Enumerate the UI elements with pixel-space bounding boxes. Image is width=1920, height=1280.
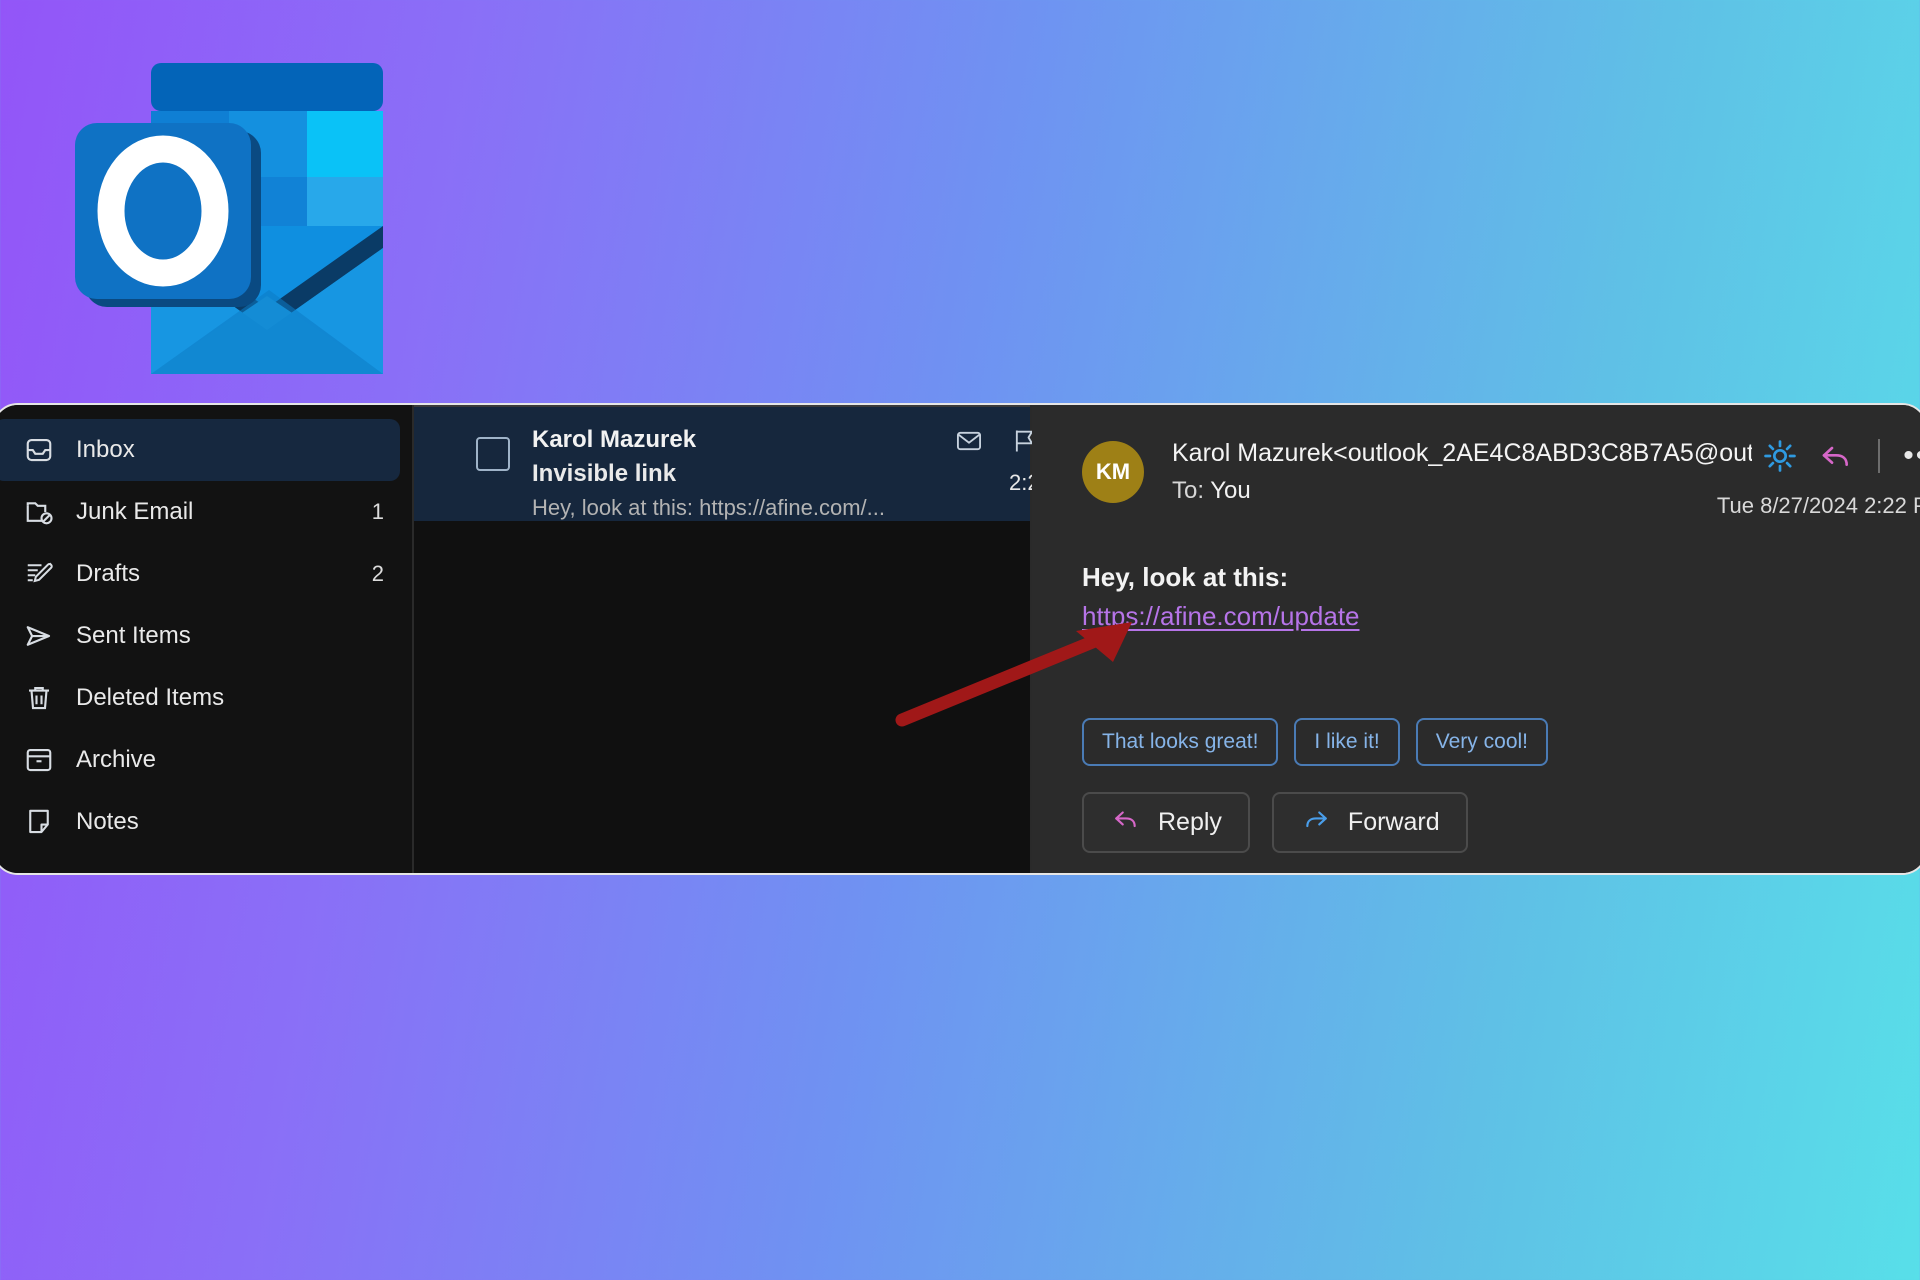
message-sender: Karol Mazurek: [532, 426, 697, 453]
sidebar-item-drafts[interactable]: Drafts 2: [0, 543, 412, 605]
reply-arrow-icon: [1110, 806, 1142, 839]
trash-icon: [24, 683, 54, 713]
message-timestamp: Tue 8/27/2024 2:22 PM: [1716, 493, 1920, 518]
suggested-reply-chip[interactable]: That looks great!: [1082, 718, 1279, 766]
inbox-icon: [24, 435, 54, 465]
avatar: KM: [1082, 441, 1144, 503]
forward-button[interactable]: Forward: [1271, 792, 1468, 853]
divider: [1878, 439, 1880, 473]
sidebar-item-deleted-items[interactable]: Deleted Items: [0, 667, 412, 729]
sidebar-item-label: Drafts: [76, 560, 141, 587]
suggested-replies: That looks great! I like it! Very cool!: [1082, 718, 1920, 766]
message-body-text: Hey, look at this:: [1082, 562, 1289, 592]
header-actions: •••: [1752, 435, 1920, 473]
sidebar-item-count: 1: [371, 499, 384, 524]
message-checkbox[interactable]: [476, 437, 510, 471]
sidebar-item-archive[interactable]: Archive: [0, 729, 412, 791]
sender-address: Karol Mazurek<outlook_2AE4C8ABD3C8B7A5@o…: [1172, 439, 1752, 467]
sidebar-item-inbox[interactable]: Inbox: [0, 419, 400, 481]
brightness-icon[interactable]: [1752, 439, 1808, 473]
outlook-window: Inbox Junk Email 1 Drafts 2 Sent Items D…: [0, 403, 1920, 875]
outlook-logo: [73, 58, 383, 378]
sidebar-item-junk-email[interactable]: Junk Email 1: [0, 481, 412, 543]
sidebar-item-count: 2: [371, 561, 384, 586]
sidebar-item-sent-items[interactable]: Sent Items: [0, 605, 412, 667]
send-paper-plane-icon: [24, 621, 54, 651]
more-options-icon[interactable]: •••: [1894, 441, 1920, 471]
message-subject: Invisible link: [532, 460, 677, 487]
message-summary: Karol Mazurek Invisible link Hey, look a…: [532, 423, 885, 525]
message-preview: Hey, look at this: https://afine.com/...: [532, 495, 885, 520]
sidebar-item-conversation-history[interactable]: Conversation History: [0, 853, 412, 873]
sidebar-item-label: Junk Email: [76, 498, 194, 525]
sender-block: Karol Mazurek<outlook_2AE4C8ABD3C8B7A5@o…: [1172, 435, 1752, 511]
message-body-link[interactable]: https://afine.com/update: [1082, 601, 1360, 632]
pencil-draft-icon: [24, 559, 54, 589]
reply-arrow-icon[interactable]: [1808, 440, 1864, 472]
sidebar-item-label: Archive: [76, 746, 157, 773]
reply-button[interactable]: Reply: [1082, 792, 1250, 853]
to-label: To:: [1172, 477, 1205, 504]
sidebar-item-label: Sent Items: [76, 622, 191, 649]
forward-arrow-icon: [1300, 806, 1332, 839]
note-icon: [24, 807, 54, 837]
sidebar-item-label: Deleted Items: [76, 684, 225, 711]
archive-box-icon: [24, 745, 54, 775]
suggested-reply-chip[interactable]: I like it!: [1294, 718, 1400, 766]
folder-sidebar: Inbox Junk Email 1 Drafts 2 Sent Items D…: [0, 405, 412, 873]
forward-button-label: Forward: [1347, 808, 1440, 836]
envelope-icon[interactable]: [955, 427, 983, 460]
message-actions: Reply Forward: [1082, 792, 1920, 853]
sidebar-item-label: Inbox: [76, 436, 135, 463]
sidebar-item-label: Notes: [76, 808, 139, 835]
folder-icon: [24, 869, 54, 873]
to-value: You: [1210, 477, 1251, 504]
recipient-line: To: You: [1172, 471, 1752, 511]
sidebar-item-notes[interactable]: Notes: [0, 791, 412, 853]
suggested-reply-chip[interactable]: Very cool!: [1415, 718, 1548, 766]
sidebar-item-label: Conversation History: [76, 870, 362, 873]
reading-pane: KM Karol Mazurek<outlook_2AE4C8ABD3C8B7A…: [1032, 405, 1920, 873]
reply-button-label: Reply: [1158, 808, 1222, 836]
message-list: Karol Mazurek Invisible link Hey, look a…: [412, 405, 1134, 873]
junk-folder-icon: [24, 497, 54, 527]
table-row[interactable]: Karol Mazurek Invisible link Hey, look a…: [414, 405, 1134, 521]
